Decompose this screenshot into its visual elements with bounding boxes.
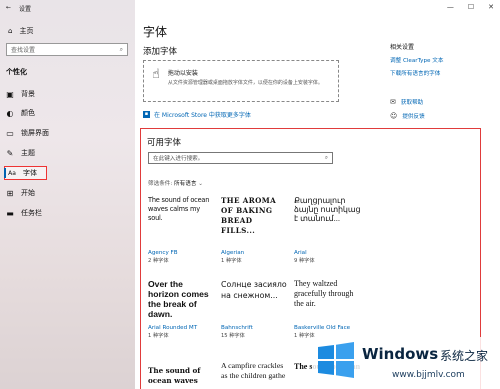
hand-pointer-icon: ☝ [152, 67, 160, 82]
cleartype-link[interactable]: 调整 ClearType 文本 [390, 56, 498, 64]
taskbar-icon: ▬ [6, 208, 14, 218]
font-card-agency[interactable]: The sound of ocean waves calms my soul. … [148, 196, 216, 264]
sidebar-item-start[interactable]: ⊞ 开始 [6, 186, 35, 200]
drop-description: 从文件资源管理器或桌面拖放字体文件，以便在你的设备上安装字体。 [167, 80, 323, 86]
main-content: — ☐ ✕ 字体 添加字体 ☝ 拖动以安装 从文件资源管理器或桌面拖放字体文件，… [135, 0, 500, 389]
store-link[interactable]: ▪ 在 Microsoft Store 中获取更多字体 [143, 110, 251, 119]
minimize-icon[interactable]: — [447, 3, 454, 11]
font-sample: THE AROMA OF BAKING BREAD FILLS... [221, 196, 277, 235]
font-sample: Over the horizon comes the break of dawn… [148, 279, 209, 319]
font-sample: A campfire crackles as the children gath… [221, 361, 286, 380]
picture-icon: ▣ [6, 89, 14, 99]
sidebar-item-fonts[interactable]: Aa 字体 [4, 166, 47, 180]
font-card-arial-rounded[interactable]: Over the horizon comes the break of dawn… [148, 279, 216, 339]
home-icon: ⌂ [8, 27, 13, 35]
brush-icon: ✎ [6, 148, 14, 158]
sidebar-item-themes[interactable]: ✎ 主题 [6, 146, 35, 160]
sidebar-item-label: 字体 [23, 169, 37, 177]
font-drop-zone[interactable]: ☝ 拖动以安装 从文件资源管理器或桌面拖放字体文件，以便在你的设备上安装字体。 [143, 60, 339, 102]
sidebar-item-label: 锁屏界面 [21, 129, 49, 137]
home-label: 主页 [19, 27, 34, 35]
home-link[interactable]: ⌂ 主页 [8, 26, 33, 36]
language-filter[interactable]: 筛选条件: 所有语言 ⌄ [148, 179, 203, 187]
font-card-row3-1[interactable]: The sound of ocean waves [148, 366, 216, 388]
watermark: Windows 系统之家 www.bjjmlv.com [312, 337, 500, 389]
font-name: Arial [294, 250, 307, 256]
page-title: 字体 [143, 25, 168, 39]
related-settings: 相关设置 调整 ClearType 文本 下载所有语言的字体 [390, 42, 498, 77]
monitor-icon: ▭ [6, 128, 14, 138]
sidebar-item-label: 背景 [21, 90, 35, 98]
close-icon[interactable]: ✕ [488, 3, 494, 11]
download-fonts-link[interactable]: 下载所有语言的字体 [390, 69, 498, 77]
font-count: 9 种字体 [294, 258, 315, 264]
font-count: 15 种字体 [221, 333, 245, 339]
font-sample: The sound of ocean waves calms my soul. [148, 196, 210, 222]
palette-icon: ◐ [6, 108, 14, 118]
font-icon: Aa [8, 169, 16, 177]
font-card-algerian[interactable]: THE AROMA OF BAKING BREAD FILLS... Alger… [221, 196, 289, 264]
help-icon: ✉ [390, 98, 396, 106]
window-title: 设置 [19, 6, 32, 13]
get-help-label: 获取帮助 [400, 100, 424, 106]
font-count: 2 种字体 [148, 258, 169, 264]
font-card-row3-2[interactable]: A campfire crackles as the children gath… [221, 361, 289, 388]
store-link-label: 在 Microsoft Store 中获取更多字体 [154, 112, 251, 119]
settings-sidebar: ← 设置 ⌂ 主页 查找设置 ⌕ 个性化 ▣ 背景 ◐ 颜色 ▭ 锁屏界面 ✎ … [0, 0, 135, 389]
font-count: 1 种字体 [148, 333, 169, 339]
filter-label: 筛选条件: [148, 181, 173, 187]
related-heading: 相关设置 [390, 44, 415, 51]
font-sample: Солнце засияло на снежном... [221, 280, 287, 300]
title-bar: ← 设置 [6, 4, 31, 13]
search-placeholder: 查找设置 [11, 47, 36, 54]
store-bag-icon: ▪ [143, 111, 150, 118]
font-card-baskerville[interactable]: They waltzed gracefully through the air.… [294, 279, 362, 339]
filter-value: 所有语言 [174, 181, 197, 187]
sidebar-item-label: 开始 [21, 189, 35, 197]
watermark-url: www.bjjmlv.com [392, 370, 465, 380]
drop-title: 拖动以安装 [167, 70, 198, 77]
font-name: Baskerville Old Face [294, 325, 351, 331]
sidebar-item-label: 主题 [21, 149, 35, 157]
available-fonts-heading: 可用字体 [147, 138, 182, 148]
font-card-arial[interactable]: Քաղցրալուր ձայնը ոստիկաց է տանում... Ari… [294, 196, 362, 264]
search-icon: ⌕ [324, 154, 328, 161]
settings-search-input[interactable]: 查找设置 ⌕ [6, 43, 128, 56]
get-help-link[interactable]: ✉ 获取帮助 [390, 98, 425, 106]
watermark-brand: Windows [362, 345, 439, 363]
back-icon[interactable]: ← [6, 4, 11, 13]
font-sample: They waltzed gracefully through the air. [294, 279, 354, 308]
feedback-icon: ☺ [390, 112, 398, 120]
sidebar-item-background[interactable]: ▣ 背景 [6, 87, 35, 101]
search-icon: ⌕ [119, 45, 123, 53]
chevron-down-icon: ⌄ [198, 181, 203, 187]
feedback-link[interactable]: ☺ 提供反馈 [390, 112, 425, 120]
section-heading: 个性化 [6, 68, 27, 76]
font-name: Bahnschrift [221, 325, 253, 331]
window-controls: — ☐ ✕ [447, 3, 494, 11]
windows-logo-icon [318, 342, 354, 378]
add-fonts-heading: 添加字体 [143, 47, 178, 57]
maximize-icon[interactable]: ☐ [468, 3, 474, 11]
sidebar-item-label: 任务栏 [21, 209, 42, 217]
font-sample: The sound of ocean waves [148, 366, 201, 385]
sidebar-item-label: 颜色 [21, 109, 35, 117]
font-count: 1 种字体 [221, 258, 242, 264]
help-links: ✉ 获取帮助 ☺ 提供反馈 [390, 98, 425, 120]
feedback-label: 提供反馈 [402, 114, 425, 120]
font-search-placeholder: 在此键入进行搜索。 [153, 156, 204, 162]
sidebar-item-taskbar[interactable]: ▬ 任务栏 [6, 206, 42, 220]
font-name: Algerian [221, 250, 245, 256]
font-search-input[interactable]: 在此键入进行搜索。 ⌕ [148, 152, 333, 164]
start-icon: ⊞ [6, 188, 14, 198]
sidebar-item-colors[interactable]: ◐ 颜色 [6, 106, 36, 120]
font-name: Arial Rounded MT [148, 325, 198, 331]
sidebar-item-lockscreen[interactable]: ▭ 锁屏界面 [6, 126, 49, 140]
watermark-sub: 系统之家 [440, 349, 489, 363]
font-name: Agency FB [148, 250, 178, 256]
font-sample: Քաղցրալուր ձայնը ոստիկաց է տանում... [294, 196, 361, 224]
font-card-bahnschrift[interactable]: Солнце засияло на снежном... Bahnschrift… [221, 279, 289, 339]
